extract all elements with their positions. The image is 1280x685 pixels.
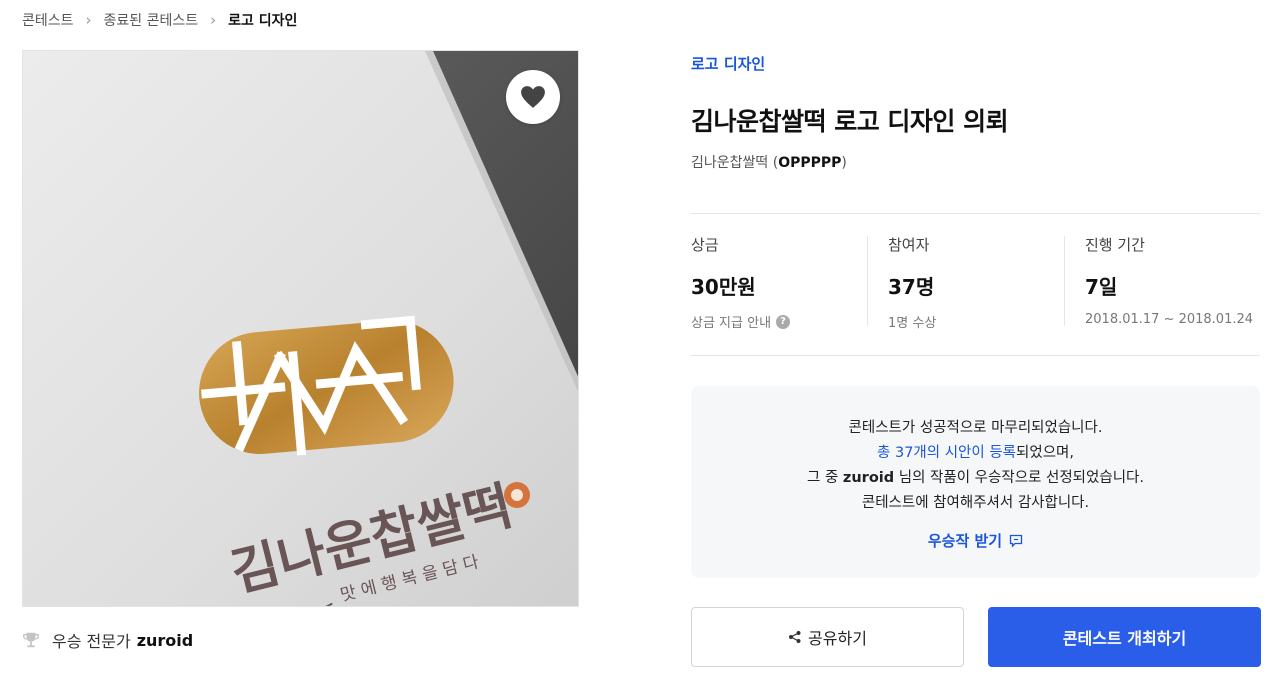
receive-winning-work-button[interactable]: 우승작 받기: [928, 530, 1023, 551]
host-id: OPPPPP: [778, 155, 842, 171]
breadcrumb-item-contest[interactable]: 콘테스트: [22, 10, 74, 30]
notice-line: 총 37개의 시안이 등록되었으며,: [691, 441, 1260, 466]
notice-line: 콘테스트가 성공적으로 마무리되었습니다.: [848, 420, 1103, 436]
prize-payment-guide[interactable]: 상금 지급 안내 ?: [691, 312, 871, 331]
share-button[interactable]: 공유하기: [691, 607, 964, 667]
notice-text: 님의 작품이 우승작으로 선정되었습니다.: [894, 470, 1144, 486]
breadcrumb: 콘테스트 › 종료된 콘테스트 › 로고 디자인: [22, 10, 297, 30]
notice-text: 그 중: [807, 470, 843, 486]
page-title: 김나운찹쌀떡 로고 디자인 의뢰: [691, 107, 1009, 136]
message-icon: [1009, 534, 1023, 548]
heart-icon: [521, 86, 545, 108]
share-icon: [789, 631, 801, 643]
contest-result-notice: 콘테스트가 성공적으로 마무리되었습니다. 총 37개의 시안이 등록되었으며,…: [691, 386, 1260, 578]
share-label: 공유하기: [808, 629, 867, 648]
stat-sub: 1명 수상: [888, 316, 937, 331]
stat-value: 37명: [888, 275, 935, 299]
stat-value: 7일: [1085, 275, 1118, 299]
breadcrumb-item-ended-contest[interactable]: 종료된 콘테스트: [104, 10, 199, 30]
divider: [691, 355, 1260, 356]
winner-info: 우승 전문가 zuroid: [22, 628, 193, 652]
notice-line: 그 중 zuroid 님의 작품이 우승작으로 선정되었습니다.: [691, 466, 1260, 491]
winning-artwork-image[interactable]: 김나운찹쌀떡 맛 에 행 복 을 담 다: [22, 50, 579, 607]
winner-name[interactable]: zuroid: [137, 631, 194, 650]
notice-line: 콘테스트에 참여해주셔서 감사합니다.: [861, 495, 1090, 511]
chevron-right-icon: ›: [210, 11, 217, 29]
stat-label: 참여자: [888, 236, 930, 254]
like-button[interactable]: [506, 70, 560, 124]
receive-label: 우승작 받기: [927, 532, 1003, 550]
divider: [691, 213, 1260, 214]
submissions-link[interactable]: 총 37개의 시안이 등록: [877, 445, 1016, 461]
winner-label: 우승 전문가: [52, 632, 131, 651]
stat-prize: 상금 30만원 상금 지급 안내 ?: [691, 234, 871, 331]
host-contest-button[interactable]: 콘테스트 개최하기: [988, 607, 1261, 667]
divider: [867, 236, 868, 326]
host-name: 김나운찹쌀떡: [691, 155, 769, 171]
contest-category[interactable]: 로고 디자인: [691, 53, 765, 74]
trophy-icon: [23, 632, 39, 648]
stat-sub: 2018.01.17 ~ 2018.01.24: [1085, 312, 1254, 327]
breadcrumb-item-logo-design[interactable]: 로고 디자인: [228, 10, 297, 30]
stat-sub: 상금 지급 안내: [691, 316, 772, 331]
stat-participants: 참여자 37명 1명 수상: [888, 234, 1068, 331]
stat-value: 30만원: [691, 275, 756, 299]
contest-host: 김나운찹쌀떡 (OPPPPP): [691, 155, 847, 171]
notice-text: 되었으며,: [1016, 445, 1074, 461]
stat-label: 상금: [691, 236, 719, 254]
stat-label: 진행 기간: [1085, 236, 1145, 254]
stat-duration: 진행 기간 7일 2018.01.17 ~ 2018.01.24: [1085, 234, 1265, 327]
winner-name-inline[interactable]: zuroid: [843, 470, 894, 486]
chevron-right-icon: ›: [85, 11, 92, 29]
divider: [1064, 236, 1065, 326]
help-icon[interactable]: ?: [776, 314, 791, 329]
